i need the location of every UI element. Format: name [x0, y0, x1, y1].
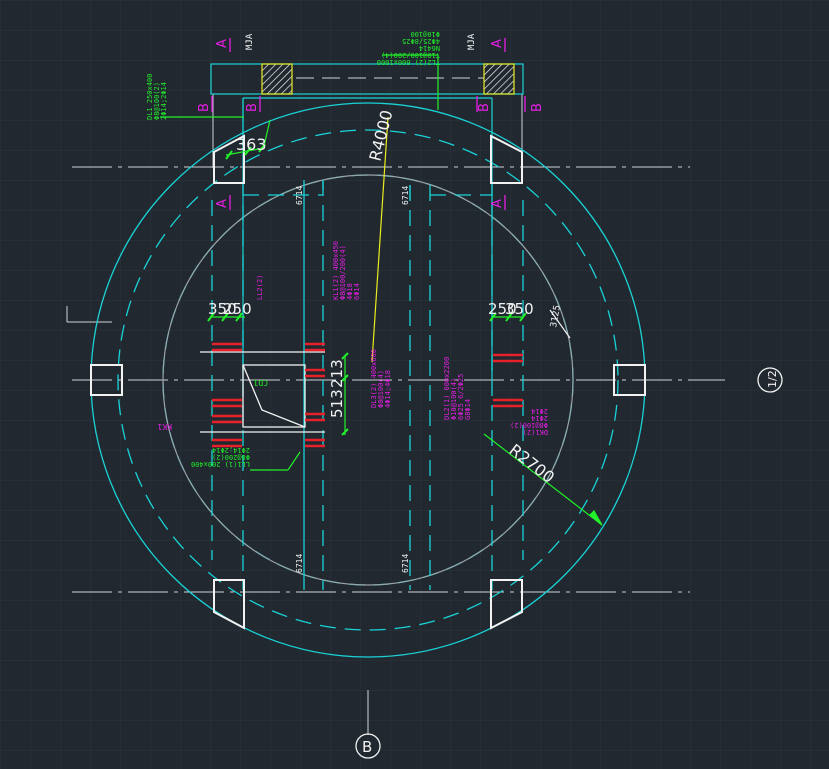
- hatched-wall-icon: [261, 63, 293, 95]
- section-mark-a: A: [490, 39, 505, 48]
- axis-label-right: 1/2: [766, 370, 779, 388]
- beam-label: 6714: [295, 186, 304, 205]
- structural-plan-drawing: R4000 R2700 363 350 250 250 350 213 513 …: [0, 0, 829, 769]
- section-mark-a: A: [490, 199, 505, 208]
- annotation-top-beam-line: Φ10@100: [410, 30, 440, 38]
- wall-mark-right: MJA: [467, 33, 477, 50]
- dim-213: 213: [328, 359, 346, 388]
- beam-label: 6714: [401, 554, 410, 573]
- section-mark-a: A: [215, 39, 230, 48]
- axis-label-bottom: B: [362, 738, 372, 756]
- hatched-wall-icon: [483, 63, 515, 95]
- section-mark-b: B: [245, 103, 260, 112]
- annotation-center-left-line: LL2(2): [256, 275, 264, 300]
- annotation-center-tall-line: 6Φ14: [353, 283, 361, 300]
- beam-label: 6714: [295, 554, 304, 573]
- annotation-right-small-line: 2Φ14: [531, 407, 548, 415]
- dim-350-right: 350: [505, 300, 534, 318]
- beam-label: 6714: [401, 186, 410, 205]
- dim-513: 513: [328, 389, 346, 418]
- wall-mark-left: MJA: [245, 33, 255, 50]
- annotation-center-opening-b-line: KK1: [157, 422, 172, 431]
- section-mark-b: B: [197, 103, 212, 112]
- annotation-middle-right-line: 4Φ14;4Φ18: [384, 370, 392, 408]
- dim-363: 363: [236, 135, 267, 154]
- annotation-right-beam-line: G8Φ14: [464, 399, 472, 420]
- annotation-center-lower-line: 2Φ14;2Φ14: [212, 446, 250, 454]
- section-mark-a: A: [215, 199, 230, 208]
- dim-250-left: 250: [223, 300, 252, 318]
- section-mark-b: B: [530, 103, 545, 112]
- annotation-center-opening-line: CD1: [253, 378, 268, 387]
- section-mark-b: B: [477, 103, 492, 112]
- annotation-left-beam-line: 2Φ14;2Φ14: [160, 82, 168, 120]
